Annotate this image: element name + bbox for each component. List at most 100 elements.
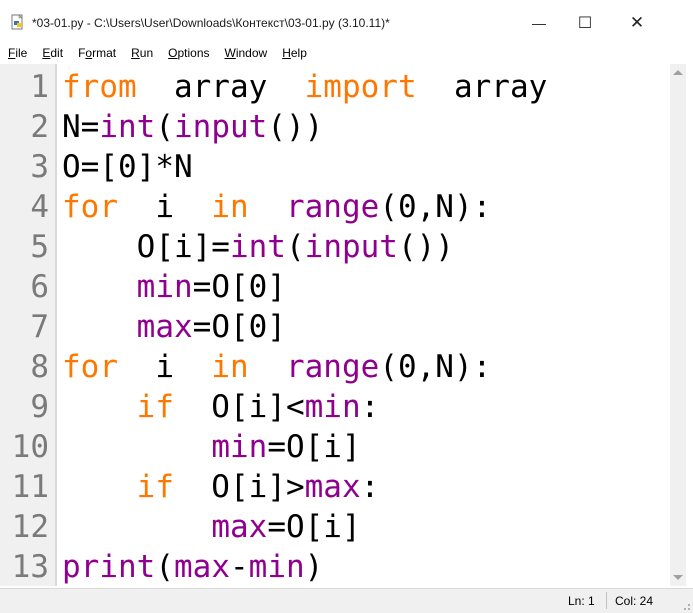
menu-item-text: rmat: [92, 45, 117, 60]
code-editor[interactable]: 1 from array import array 2 N=int(input()) 3…: [0, 64, 668, 586]
builtin-token: min: [136, 269, 193, 305]
code-token: =O[i]: [267, 509, 361, 545]
code-line[interactable]: 3 O=[0]*N: [0, 147, 668, 187]
code-text: N=int(input()): [62, 107, 323, 147]
line-number: 3: [30, 149, 49, 185]
code-line[interactable]: 11 if O[i]>max:: [0, 467, 668, 507]
code-token: =O[i]: [267, 429, 361, 465]
code-line[interactable]: 9 if O[i]<min:: [0, 387, 668, 427]
menu-item-text: ile: [15, 45, 28, 60]
line-number: 8: [30, 349, 49, 385]
code-token: =O[0]: [192, 269, 286, 305]
code-text: for i in range(0,N):: [62, 347, 491, 387]
menu-item[interactable]: Help: [274, 46, 314, 60]
minimize-button[interactable]: —: [519, 10, 559, 36]
line-number: 6: [30, 269, 49, 305]
maximize-icon: ☐: [577, 15, 593, 32]
line-number: 7: [30, 309, 49, 345]
menu-item[interactable]: File: [0, 46, 34, 60]
minimize-icon: —: [532, 15, 546, 31]
menu-item-text: un: [139, 45, 154, 60]
builtin-token: max: [136, 309, 193, 345]
menu-bar: File Edit Format Run Options Window Help: [0, 42, 693, 63]
code-line[interactable]: 2 N=int(input()): [0, 107, 668, 147]
code-line[interactable]: 4 for i in range(0,N):: [0, 187, 668, 227]
code-token: :: [360, 469, 380, 505]
builtin-token: max: [211, 509, 268, 545]
scroll-down-icon[interactable]: [673, 575, 683, 580]
builtin-token: min: [304, 389, 361, 425]
menu-item[interactable]: Format: [70, 46, 123, 60]
keyword-token: for: [62, 189, 118, 225]
code-line[interactable]: 1 from array import array: [0, 67, 668, 107]
close-button[interactable]: ✕: [617, 10, 657, 36]
line-number: 11: [11, 469, 49, 505]
line-number: 12: [11, 509, 49, 545]
code-token: :: [360, 389, 380, 425]
code-text: from array import array: [62, 67, 547, 107]
keyword-token: in: [211, 349, 249, 385]
code-line[interactable]: 10 min=O[i]: [0, 427, 668, 467]
builtin-token: range: [285, 189, 380, 225]
python-file-icon: [11, 14, 23, 30]
code-text: max=O[i]: [62, 507, 361, 547]
code-line[interactable]: 13 print(max-min): [0, 547, 668, 586]
line-number: 1: [30, 69, 49, 105]
code-token: N=: [62, 109, 100, 145]
code-token: (: [155, 549, 174, 585]
keyword-token: import: [304, 69, 417, 105]
maximize-button[interactable]: ☐: [565, 10, 605, 36]
code-text: max=O[0]: [62, 307, 286, 347]
menu-item-text: indow: [235, 45, 268, 60]
keyword-token: for: [62, 349, 118, 385]
menu-item-text: dit: [50, 45, 64, 60]
code-line[interactable]: 5 O[i]=int(input()): [0, 227, 668, 267]
menu-item-text: ptions: [177, 45, 210, 60]
code-token: array: [136, 69, 305, 105]
code-token: i: [118, 349, 212, 385]
code-line[interactable]: 12 max=O[i]: [0, 507, 668, 547]
builtin-token: input: [174, 109, 268, 145]
keyword-token: from: [62, 69, 137, 105]
code-token: O[i]>: [173, 469, 305, 505]
code-token: (: [155, 109, 174, 145]
builtin-token: min: [248, 549, 305, 585]
code-lines[interactable]: 1 from array import array 2 N=int(input()) 3…: [0, 67, 668, 586]
line-number: 2: [30, 109, 49, 145]
builtin-token: max: [174, 549, 230, 585]
status-bar: Ln: 1 Col: 24: [0, 588, 693, 613]
scroll-up-icon[interactable]: [673, 70, 683, 75]
code-token: -: [230, 549, 249, 585]
code-text: if O[i]>max:: [62, 467, 380, 507]
menu-item[interactable]: Edit: [34, 46, 70, 60]
menu-item-mnemonic: W: [224, 45, 236, 60]
menu-item[interactable]: Options: [160, 46, 216, 60]
menu-item[interactable]: Window: [217, 46, 275, 60]
code-line[interactable]: 7 max=O[0]: [0, 307, 668, 347]
code-token: =O[0]: [192, 309, 286, 345]
builtin-token: min: [211, 429, 268, 465]
code-line[interactable]: 8 for i in range(0,N):: [0, 347, 668, 387]
code-text: if O[i]<min:: [62, 387, 380, 427]
title-bar: *03-01.py - C:\Users\User\Downloads\Конт…: [0, 0, 693, 43]
code-token: O=[0]*N: [62, 149, 193, 185]
keyword-token: if: [136, 389, 174, 425]
status-column: Col: 24: [615, 594, 654, 608]
menu-item-mnemonic: H: [282, 45, 291, 60]
builtin-token: print: [62, 549, 156, 585]
code-token: O[i]=: [62, 229, 230, 265]
menu-item[interactable]: Run: [123, 46, 160, 60]
line-number: 4: [30, 189, 49, 225]
code-text: O[i]=int(input()): [62, 227, 454, 267]
line-number: 10: [11, 429, 49, 465]
vertical-scrollbar[interactable]: [670, 64, 686, 586]
code-line[interactable]: 6 min=O[0]: [0, 267, 668, 307]
resize-grip-icon[interactable]: [681, 601, 691, 611]
code-text: O=[0]*N: [62, 147, 193, 187]
menu-item-mnemonic: R: [131, 45, 140, 60]
builtin-token: max: [304, 469, 361, 505]
